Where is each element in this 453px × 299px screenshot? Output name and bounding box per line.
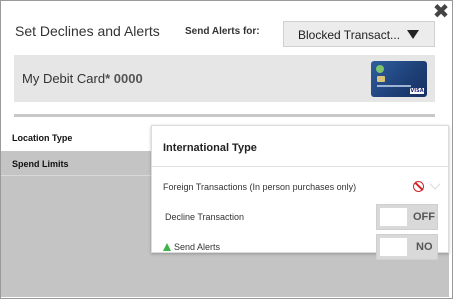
dialog-title: Set Declines and Alerts [15, 23, 160, 39]
card-label: My Debit Card* 0000 [22, 71, 143, 86]
visa-logo-icon: VISA [410, 88, 424, 94]
panel-header: International Type [152, 126, 448, 167]
sidebar-item-spend-limits[interactable]: Spend Limits [1, 152, 151, 176]
bank-logo-icon [376, 65, 384, 73]
send-alerts-toggle[interactable]: NO [376, 234, 438, 260]
caret-down-icon [407, 30, 419, 39]
divider [14, 114, 435, 117]
toggle-state: OFF [413, 211, 435, 223]
alerts-for-dropdown[interactable]: Blocked Transact... [283, 21, 435, 47]
card-masked-number: * 0000 [105, 71, 143, 86]
sidebar-item-label: Spend Limits [12, 159, 69, 169]
blocked-icon [413, 181, 424, 192]
bell-icon [163, 243, 171, 251]
toggle-state: NO [416, 241, 433, 253]
decline-transaction-toggle[interactable]: OFF [376, 204, 438, 230]
card-name: My Debit Card [22, 71, 106, 86]
send-alerts-for-label: Send Alerts for: [185, 26, 260, 37]
toggle-knob [380, 238, 407, 256]
international-type-panel: International Type Foreign Transactions … [151, 125, 449, 260]
card-number-stripe [377, 85, 411, 87]
card-chip-icon [377, 76, 385, 82]
debit-card-image: VISA [371, 61, 427, 97]
chevron-down-icon[interactable] [429, 178, 441, 190]
sidebar-item-location-type[interactable]: Location Type [1, 125, 151, 151]
sidebar-item-label: Location Type [12, 133, 73, 143]
send-alerts-row: Send Alerts [163, 242, 220, 252]
decline-transaction-label: Decline Transaction [165, 212, 245, 222]
toggle-knob [380, 208, 407, 226]
alerts-for-selected-value: Blocked Transact... [298, 28, 401, 42]
panel-title: International Type [163, 142, 257, 154]
send-alerts-label: Send Alerts [174, 242, 221, 252]
card-bar: My Debit Card* 0000 VISA [14, 55, 435, 102]
close-icon[interactable]: ✖ [432, 1, 450, 21]
foreign-transactions-label[interactable]: Foreign Transactions (In person purchase… [163, 182, 356, 192]
